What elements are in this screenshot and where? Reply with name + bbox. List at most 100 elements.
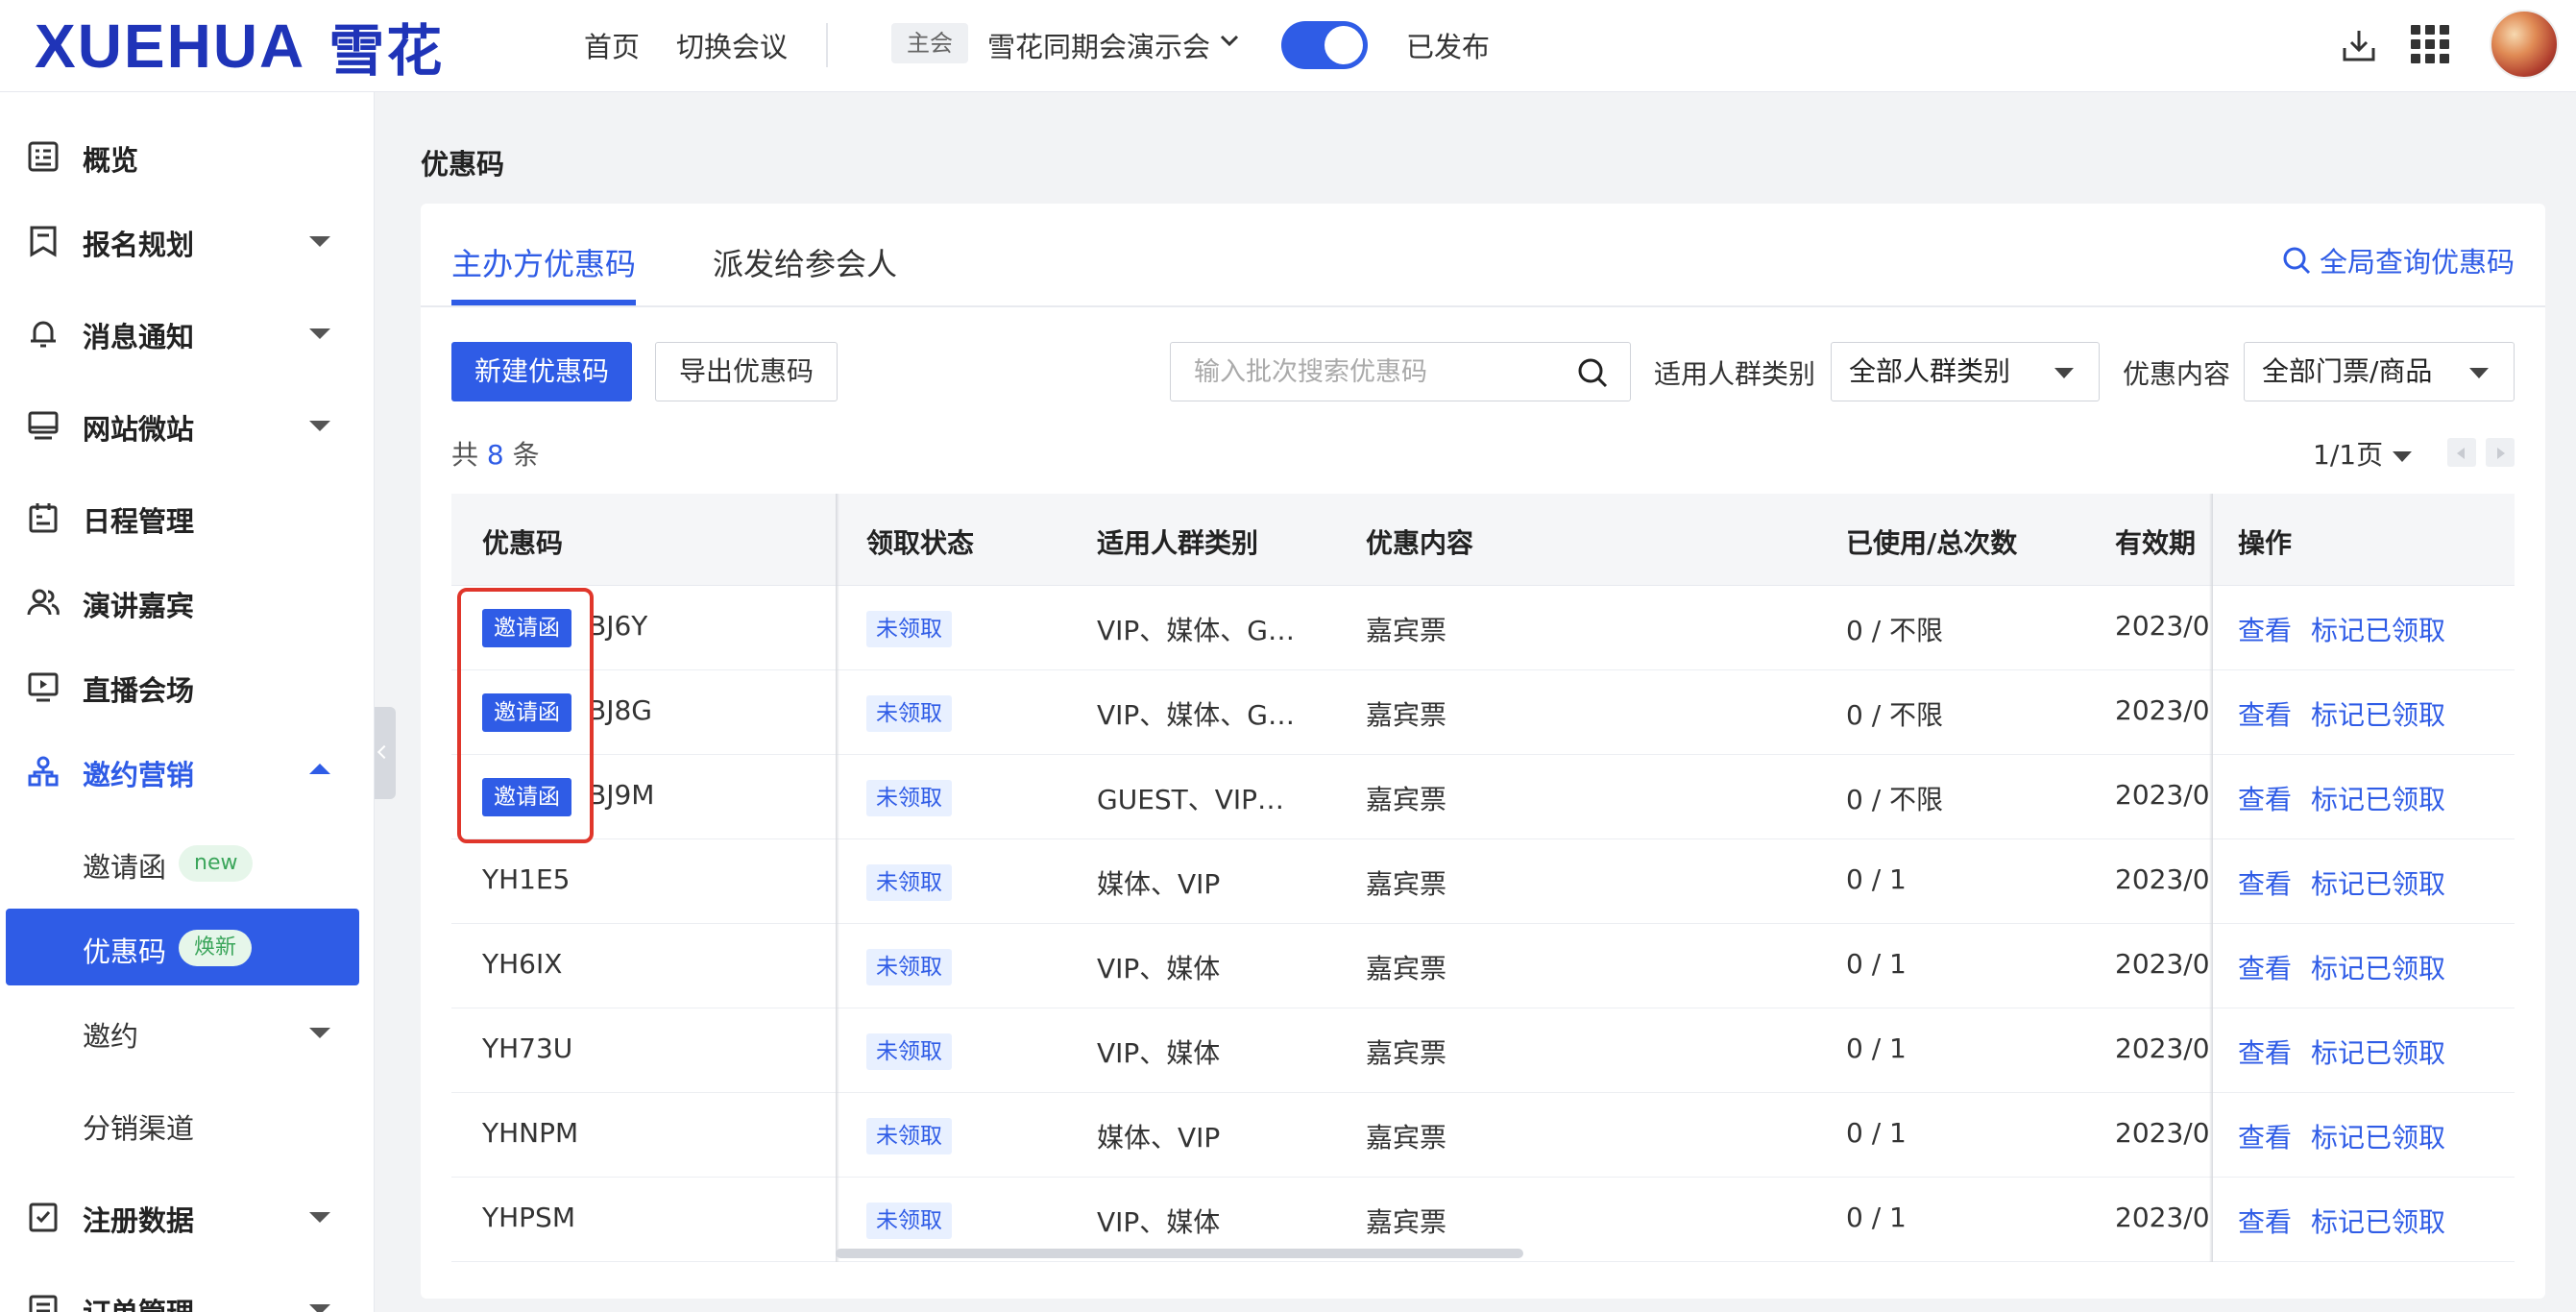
mark-claimed-link[interactable]: 标记已领取 [2311,1033,2445,1071]
tabs-divider [421,305,2545,307]
sidebar-item-distribution[interactable]: 分销渠道 [0,1085,375,1162]
renewed-badge: 焕新 [179,930,253,966]
audience-groups: VIP、媒体、G… [1097,615,1295,646]
sidebar-item-registration-plan[interactable]: 报名规划 [0,202,375,279]
view-link[interactable]: 查看 [2238,863,2292,902]
sidebar-item-invite-marketing[interactable]: 邀约营销 [0,732,375,809]
coupon-content: 嘉宾票 [1366,868,1447,900]
table-row: YH73U 未领取 VIP、媒体 嘉宾票 0 / 1 2023/0 查看 标记已领取 [451,1008,2515,1093]
claim-status-badge: 未领取 [866,1033,952,1070]
view-link[interactable]: 查看 [2238,1033,2292,1071]
sidebar-item-speakers[interactable]: 演讲嘉宾 [0,563,375,640]
view-link[interactable]: 查看 [2238,1117,2292,1155]
table-row: YH1E5 未领取 媒体、VIP 嘉宾票 0 / 1 2023/0 查看 标记已领取 [451,839,2515,924]
page-selector[interactable]: 1/1页 [2313,434,2413,473]
tab-organizer-codes[interactable]: 主办方优惠码 [451,240,636,284]
coupon-code: YHPSM [482,1202,575,1233]
mark-claimed-link[interactable]: 标记已领取 [2311,863,2445,902]
usage-count: 0 / 1 [1846,948,1907,980]
mark-claimed-link[interactable]: 标记已领取 [2311,779,2445,817]
audience-groups: 媒体、VIP [1097,868,1221,900]
calendar-icon [29,503,58,533]
dropdown-arrow-icon [2469,368,2489,378]
sidebar-collapse-handle[interactable] [375,707,396,799]
table-row: 邀请函 BJ6Y 未领取 VIP、媒体、G… 嘉宾票 0 / 不限 2023/0 查看 标记已领… [451,586,2515,670]
sidebar-item-invite[interactable]: 邀约 [0,993,375,1070]
sidebar-item-schedule[interactable]: 日程管理 [0,478,375,555]
sidebar-item-registration-data[interactable]: 注册数据 [0,1178,375,1254]
export-coupon-button[interactable]: 导出优惠码 [655,342,838,401]
view-link[interactable]: 查看 [2238,1202,2292,1240]
audience-groups: GUEST、VIP… [1097,784,1285,815]
next-page-button[interactable] [2486,438,2515,467]
usage-count: 0 / 1 [1846,1202,1907,1233]
logo-text-cn: 雪花 [328,20,445,83]
fixed-column-shadow [2209,1093,2213,1178]
validity-period: 2023/0 [2115,779,2209,811]
brand-logo[interactable]: XUEHUA 雪花 [35,8,444,85]
caret-down-icon [309,236,330,247]
fixed-column-shadow [2209,924,2213,1008]
coupon-content: 嘉宾票 [1366,784,1447,815]
view-link[interactable]: 查看 [2238,610,2292,648]
fixed-column-shadow [2209,670,2213,755]
sidebar-item-overview[interactable]: 概览 [0,117,375,194]
horizontal-scrollbar[interactable] [836,1249,1523,1258]
sidebar-item-notifications[interactable]: 消息通知 [0,294,375,371]
publish-toggle[interactable] [1281,21,1368,69]
column-header: 已使用/总次数 [1846,527,2018,559]
sidebar-item-invitation[interactable]: 邀请函 new [0,824,375,901]
live-icon [28,672,59,702]
audience-filter-value: 全部人群类别 [1849,355,2011,387]
view-link[interactable]: 查看 [2238,694,2292,733]
sidebar-item-orders[interactable]: 订单管理 [0,1270,375,1312]
monitor-icon [28,411,59,440]
claim-status-badge: 未领取 [866,780,952,816]
chevron-down-icon[interactable] [1218,29,1241,52]
nav-home[interactable]: 首页 [584,25,640,65]
meeting-selector[interactable]: 雪花同期会演示会 [987,25,1210,65]
user-avatar[interactable] [2490,10,2559,79]
sidebar-item-label: 网站微站 [83,413,195,446]
registration-plan-icon [30,226,57,257]
fixed-column-shadow [2209,586,2213,670]
apps-grid-icon[interactable] [2411,25,2449,63]
global-search-link[interactable]: 全局查询优惠码 [2281,240,2515,280]
sidebar-item-label: 日程管理 [83,505,195,538]
view-link[interactable]: 查看 [2238,948,2292,986]
audience-groups: VIP、媒体 [1097,1206,1221,1238]
column-header: 优惠码 [482,527,564,559]
audience-groups: VIP、媒体、G… [1097,699,1295,731]
batch-search-input[interactable] [1194,352,1559,391]
overview-icon [28,141,59,172]
new-coupon-button[interactable]: 新建优惠码 [451,342,632,401]
search-icon[interactable] [1576,356,1609,389]
checklist-icon [29,1203,58,1232]
prev-page-button[interactable] [2447,438,2476,467]
download-icon[interactable] [2340,27,2378,65]
highlight-annotation [457,588,594,843]
nav-switch-meeting[interactable]: 切换会议 [676,25,788,65]
sidebar-item-website[interactable]: 网站微站 [0,386,375,463]
sidebar-item-live[interactable]: 直播会场 [0,647,375,724]
column-header: 操作 [2238,527,2293,559]
claim-status-badge: 未领取 [866,695,952,732]
sidebar-item-label: 演讲嘉宾 [83,590,195,622]
table-row: YHNPM 未领取 媒体、VIP 嘉宾票 0 / 1 2023/0 查看 标记已领取 [451,1093,2515,1178]
content-filter-select[interactable]: 全部门票/商品 [2244,342,2515,401]
view-link[interactable]: 查看 [2238,779,2292,817]
audience-groups: VIP、媒体 [1097,1037,1221,1069]
caret-down-icon [309,1304,330,1312]
mark-claimed-link[interactable]: 标记已领取 [2311,1117,2445,1155]
mark-claimed-link[interactable]: 标记已领取 [2311,694,2445,733]
mark-claimed-link[interactable]: 标记已领取 [2311,610,2445,648]
audience-filter-select[interactable]: 全部人群类别 [1831,342,2100,401]
mark-claimed-link[interactable]: 标记已领取 [2311,1202,2445,1240]
sidebar-item-coupon-code[interactable]: 优惠码 焕新 [6,909,359,985]
column-header: 优惠内容 [1366,527,1474,559]
column-header: 适用人群类别 [1097,527,1259,559]
sidebar-item-label: 注册数据 [83,1204,195,1237]
mark-claimed-link[interactable]: 标记已领取 [2311,948,2445,986]
usage-count: 0 / 不限 [1846,784,1944,815]
tab-distributed-to-attendees[interactable]: 派发给参会人 [713,240,897,284]
